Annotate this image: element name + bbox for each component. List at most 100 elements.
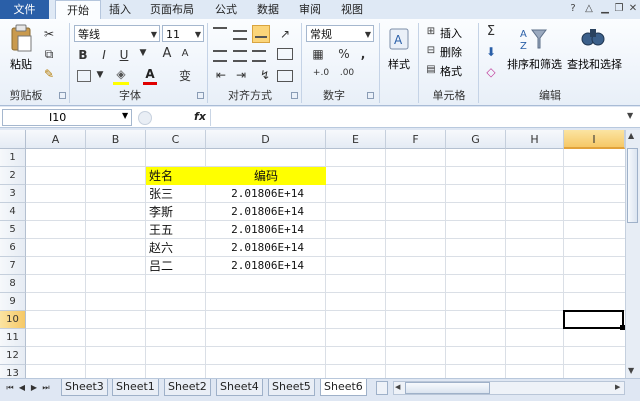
- sheet-tab-sheet2[interactable]: Sheet2: [164, 379, 211, 396]
- wrap-text-icon[interactable]: [277, 48, 293, 60]
- row-header-4[interactable]: 4: [0, 203, 26, 221]
- column-header-a[interactable]: A: [26, 130, 86, 149]
- row-header-10[interactable]: 10: [0, 311, 26, 329]
- find-select-button[interactable]: 查找和选择: [567, 56, 622, 72]
- tab-formulas[interactable]: 公式: [208, 0, 244, 19]
- tab-insert[interactable]: 插入: [104, 0, 136, 19]
- formula-expand-icon[interactable]: ▼: [627, 111, 633, 120]
- window-restore-icon[interactable]: ❐: [612, 2, 626, 16]
- format-cells-button[interactable]: 格式: [440, 63, 462, 79]
- cell-d2[interactable]: 编码: [206, 167, 326, 185]
- cut-icon[interactable]: ✂: [42, 27, 56, 41]
- row-header-5[interactable]: 5: [0, 221, 26, 239]
- cell-d5[interactable]: 2.01806E+14: [206, 221, 304, 239]
- tab-file[interactable]: 文件: [0, 0, 49, 19]
- delete-cells-button[interactable]: 删除: [440, 44, 462, 60]
- horizontal-scroll-thumb[interactable]: [405, 382, 490, 394]
- column-header-h[interactable]: H: [506, 130, 564, 149]
- sheet-tab-sheet1[interactable]: Sheet1: [112, 379, 159, 396]
- row-header-8[interactable]: 8: [0, 275, 26, 293]
- column-header-c[interactable]: C: [146, 130, 206, 149]
- align-bottom-icon[interactable]: [252, 25, 270, 43]
- column-header-b[interactable]: B: [86, 130, 146, 149]
- column-header-d[interactable]: D: [206, 130, 326, 149]
- cell-c6[interactable]: 赵六: [146, 239, 206, 257]
- sheet-tab-sheet4[interactable]: Sheet4: [216, 379, 263, 396]
- merge-center-icon[interactable]: [277, 70, 293, 82]
- worksheet-grid[interactable]: A B C D E F G H I 1 2 3 4 5 6 7 8 9 10 1…: [0, 130, 625, 378]
- scroll-left-icon[interactable]: ◀: [395, 383, 400, 391]
- borders-icon[interactable]: [77, 70, 91, 82]
- number-format-combo[interactable]: 常规 ▼: [306, 25, 374, 42]
- borders-dropdown-icon[interactable]: ▼: [95, 70, 105, 80]
- scroll-up-icon[interactable]: ▲: [628, 131, 634, 140]
- find-select-icon[interactable]: [580, 25, 606, 51]
- sheet-tab-sheet6[interactable]: Sheet6: [320, 379, 367, 396]
- tab-data[interactable]: 数据: [250, 0, 286, 19]
- active-cell-i10[interactable]: [563, 310, 624, 329]
- scroll-right-icon[interactable]: ▶: [615, 383, 620, 391]
- autosum-icon[interactable]: Σ: [484, 24, 498, 39]
- percent-icon[interactable]: %: [336, 47, 352, 61]
- copy-icon[interactable]: ⧉: [42, 47, 56, 62]
- format-cells-icon[interactable]: ▤: [424, 64, 438, 75]
- cell-c4[interactable]: 李斯: [146, 203, 206, 221]
- format-painter-icon[interactable]: ✎: [42, 67, 56, 81]
- prev-sheet-icon[interactable]: ◀: [16, 381, 28, 395]
- decrease-indent-icon[interactable]: ⇤: [213, 68, 229, 82]
- grow-font-icon[interactable]: A: [160, 46, 174, 61]
- column-header-i[interactable]: I: [564, 130, 625, 149]
- row-header-6[interactable]: 6: [0, 239, 26, 257]
- align-center-icon[interactable]: [233, 50, 247, 62]
- row-header-3[interactable]: 3: [0, 185, 26, 203]
- insert-function-icon[interactable]: fx: [192, 109, 208, 125]
- next-sheet-icon[interactable]: ▶: [28, 381, 40, 395]
- sort-filter-icon[interactable]: AZ: [520, 26, 548, 52]
- name-box[interactable]: I10: [2, 109, 132, 126]
- italic-icon[interactable]: I: [96, 48, 112, 62]
- cell-c5[interactable]: 王五: [146, 221, 206, 239]
- cell-d4[interactable]: 2.01806E+14: [206, 203, 304, 221]
- underline-dropdown-icon[interactable]: ▼: [138, 48, 148, 58]
- underline-icon[interactable]: U: [116, 48, 132, 62]
- fill-icon[interactable]: ⬇: [484, 45, 498, 59]
- number-launcher-icon[interactable]: [367, 92, 374, 99]
- column-header-g[interactable]: G: [446, 130, 506, 149]
- increase-decimal-icon[interactable]: +.0: [310, 68, 332, 78]
- font-color-icon[interactable]: A: [143, 67, 157, 81]
- font-size-combo[interactable]: 11 ▼: [162, 25, 204, 42]
- clear-icon[interactable]: ◇: [484, 65, 498, 79]
- column-header-f[interactable]: F: [386, 130, 446, 149]
- align-left-icon[interactable]: [213, 50, 227, 62]
- row-header-11[interactable]: 11: [0, 329, 26, 347]
- help-icon[interactable]: ?: [566, 2, 580, 16]
- name-box-dropdown-icon[interactable]: ▼: [122, 111, 128, 120]
- tab-view[interactable]: 视图: [334, 0, 370, 19]
- last-sheet-icon[interactable]: ⏭: [40, 381, 52, 395]
- shrink-font-icon[interactable]: A: [178, 48, 192, 59]
- comma-icon[interactable]: ,: [356, 47, 370, 61]
- tab-home[interactable]: 开始: [55, 0, 101, 20]
- fill-color-icon[interactable]: ◈: [113, 67, 129, 81]
- row-header-7[interactable]: 7: [0, 257, 26, 275]
- cell-d3[interactable]: 2.01806E+14: [206, 185, 304, 203]
- sheet-tab-sheet5[interactable]: Sheet5: [268, 379, 315, 396]
- bold-icon[interactable]: B: [75, 48, 91, 62]
- window-close-icon[interactable]: ✕: [626, 2, 640, 16]
- sheet-tab-sheet3[interactable]: Sheet3: [61, 379, 108, 396]
- row-header-2[interactable]: 2: [0, 167, 26, 185]
- scroll-down-icon[interactable]: ▼: [628, 366, 634, 375]
- alignment-launcher-icon[interactable]: [291, 92, 298, 99]
- tab-review[interactable]: 审阅: [292, 0, 328, 19]
- row-header-9[interactable]: 9: [0, 293, 26, 311]
- select-all-button[interactable]: [0, 130, 26, 149]
- cell-c7[interactable]: 吕二: [146, 257, 206, 275]
- styles-icon[interactable]: A: [388, 27, 410, 51]
- insert-sheet-icon[interactable]: [376, 381, 388, 395]
- tab-page-layout[interactable]: 页面布局: [142, 0, 202, 19]
- row-header-1[interactable]: 1: [0, 149, 26, 167]
- paste-button[interactable]: 粘贴: [6, 56, 36, 72]
- font-launcher-icon[interactable]: [197, 92, 204, 99]
- decrease-decimal-icon[interactable]: .00: [336, 68, 358, 78]
- insert-cells-button[interactable]: 插入: [440, 25, 462, 41]
